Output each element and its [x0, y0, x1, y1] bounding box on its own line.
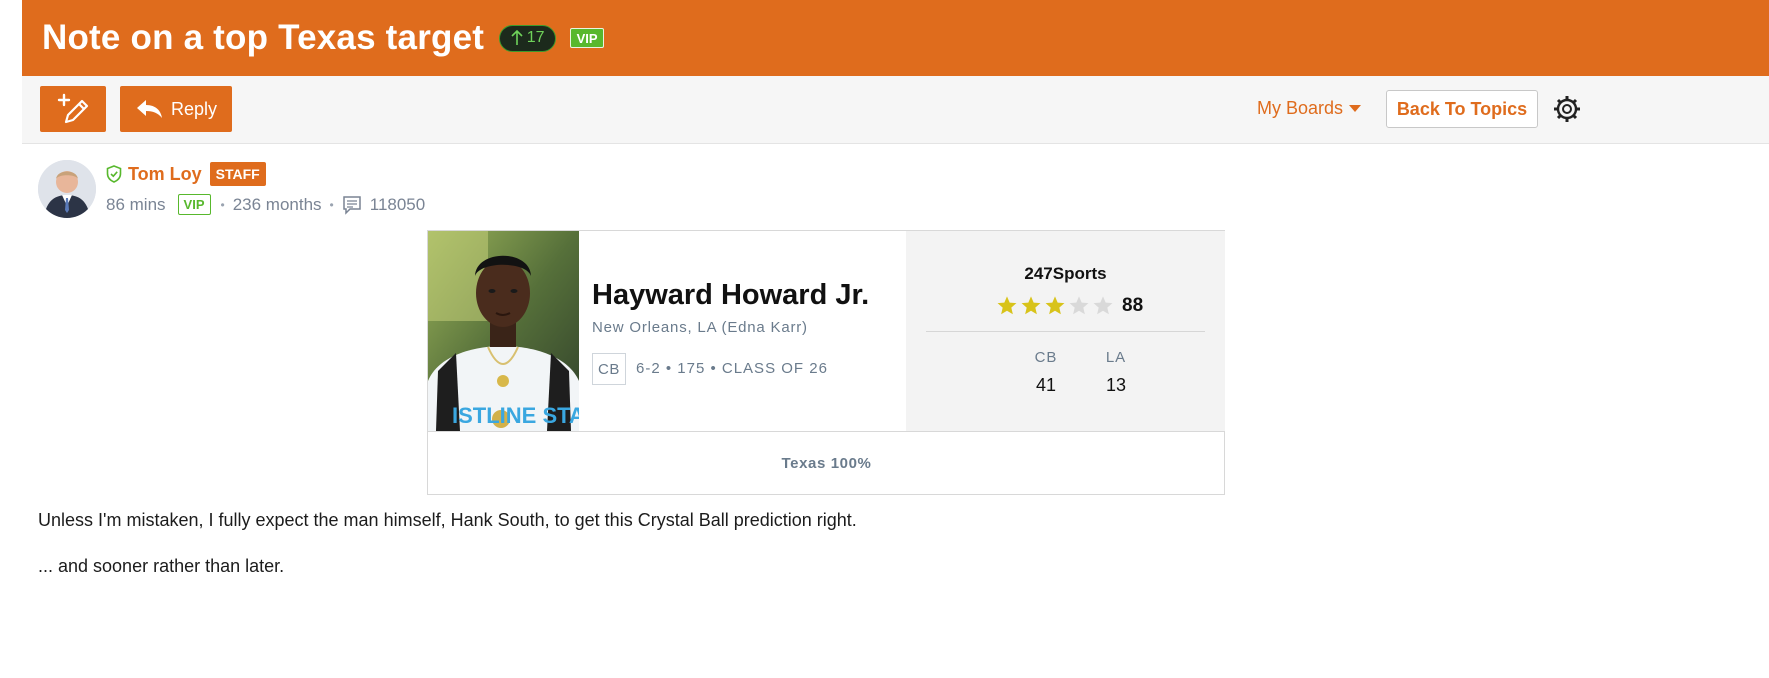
author-vip-badge: VIP — [177, 194, 211, 215]
rank-label: LA — [1105, 349, 1127, 366]
post-body: Unless I'm mistaken, I fully expect the … — [38, 510, 857, 601]
player-photo[interactable]: ISTLINE STAR — [428, 231, 579, 431]
arrow-up-icon — [511, 30, 523, 45]
author-tenure: 236 months — [232, 194, 322, 214]
rating-score: 88 — [1122, 295, 1144, 316]
star-empty-icon — [1093, 296, 1113, 315]
post: Tom Loy STAFF 86 mins VIP • 236 months •… — [22, 144, 1769, 678]
player-name[interactable]: Hayward Howard Jr. — [592, 279, 869, 312]
staff-badge: STAFF — [209, 162, 266, 186]
player-measurables: 6-2 • 175 • CLASS OF 26 — [636, 360, 828, 377]
gear-icon[interactable] — [1552, 94, 1582, 124]
player-card[interactable]: ISTLINE STAR Hayward Howard Jr. New Orle… — [427, 230, 1225, 495]
post-meta: 86 mins VIP • 236 months • 118050 — [106, 194, 425, 215]
rank-label: CB — [1034, 349, 1058, 366]
upvote-count: 17 — [526, 29, 545, 46]
shield-check-icon — [106, 165, 122, 183]
player-hometown: New Orleans, LA (Edna Karr) — [592, 319, 808, 336]
star-rating: 88 — [996, 295, 1143, 317]
separator-dot: • — [329, 197, 334, 212]
rating-panel: 247Sports 88 CB 41 LA 13 — [906, 231, 1225, 431]
my-boards-label: My Boards — [1257, 98, 1344, 118]
player-info: Hayward Howard Jr. New Orleans, LA (Edna… — [579, 231, 906, 431]
topic-header: Note on a top Texas target 17 VIP — [22, 0, 1769, 76]
star-filled-icon — [997, 296, 1017, 315]
toolbar: Reply My Boards Back To Topics — [22, 76, 1769, 144]
avatar-image — [38, 160, 96, 218]
post-paragraph: ... and sooner rather than later. — [38, 555, 285, 576]
upvote-pill[interactable]: 17 — [499, 24, 557, 52]
author-name[interactable]: Tom Loy — [128, 164, 202, 185]
post-time: 86 mins — [106, 194, 166, 214]
author-avatar[interactable] — [38, 160, 96, 218]
left-gutter — [0, 0, 22, 678]
rating-divider — [926, 331, 1205, 332]
player-photo-image: ISTLINE STAR — [428, 231, 579, 431]
svg-text:ISTLINE STAR: ISTLINE STAR — [452, 403, 579, 428]
my-boards-dropdown[interactable]: My Boards — [1257, 98, 1362, 119]
rank-value: 13 — [1105, 375, 1127, 395]
rank-state: LA 13 — [1086, 349, 1146, 396]
author-post-count: 118050 — [369, 194, 426, 214]
topic-title: Note on a top Texas target — [42, 18, 485, 57]
reply-label: Reply — [170, 98, 218, 119]
star-empty-icon — [1069, 296, 1089, 315]
reply-arrow-icon — [136, 100, 162, 118]
rating-source: 247Sports — [1024, 264, 1107, 283]
star-filled-icon — [1045, 296, 1065, 315]
caret-down-icon — [1349, 104, 1362, 112]
crystal-ball-prediction[interactable]: Texas 100% — [428, 431, 1225, 495]
rank-position: CB 41 — [1016, 349, 1076, 396]
back-to-topics-button[interactable]: Back To Topics — [1386, 90, 1538, 128]
post-paragraph: Unless I'm mistaken, I fully expect the … — [38, 510, 857, 530]
new-post-pencil-icon — [57, 93, 89, 124]
separator-dot: • — [220, 197, 225, 212]
author-row: Tom Loy STAFF — [106, 162, 266, 186]
new-topic-button[interactable] — [40, 86, 106, 132]
star-filled-icon — [1021, 296, 1041, 315]
reply-button[interactable]: Reply — [120, 86, 232, 132]
comment-icon — [343, 195, 361, 215]
stars-container — [996, 295, 1116, 317]
player-position: CB — [592, 353, 626, 385]
rank-value: 41 — [1035, 375, 1057, 395]
vip-badge: VIP — [570, 28, 605, 48]
